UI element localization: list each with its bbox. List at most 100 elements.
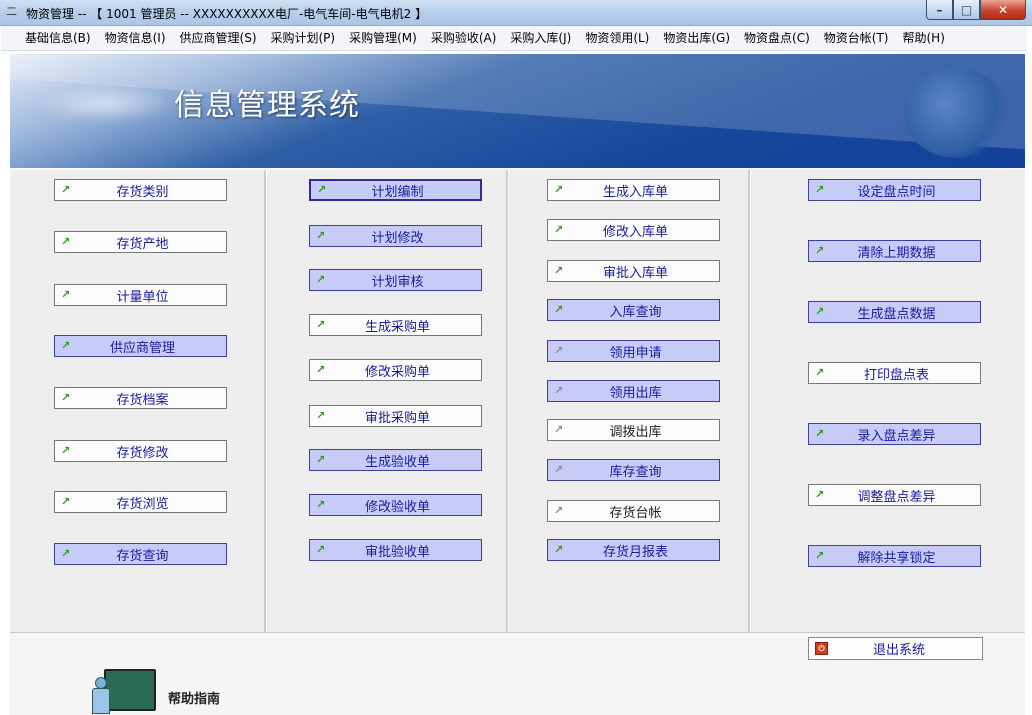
btn-edit-inbound[interactable]: ↗ 修改入库单: [547, 219, 720, 241]
arrow-icon: ↗: [316, 498, 326, 511]
menu-stocktaking[interactable]: 物资盘点(C): [737, 26, 817, 50]
column-divider: [506, 170, 509, 634]
teacher-figure: [90, 677, 110, 715]
btn-approve-acceptance[interactable]: ↗ 审批验收单: [309, 539, 482, 561]
arrow-icon: ↗: [316, 543, 326, 556]
btn-approve-purchase-order[interactable]: ↗ 审批采购单: [309, 405, 482, 427]
btn-inventory-edit[interactable]: ↗ 存货修改: [54, 440, 227, 462]
globe-graphic: [904, 68, 1008, 158]
window-title: 物资管理 -- 【 1001 管理员 -- XXXXXXXXXX电厂-电气车间-…: [26, 7, 428, 21]
btn-inventory-archive[interactable]: ↗ 存货档案: [54, 387, 227, 409]
btn-transfer-outbound[interactable]: ↗ 调拨出库: [547, 419, 720, 441]
arrow-icon: ↗: [815, 488, 825, 501]
function-panel: ↗ 存货类别 ↗ 存货产地 ↗ 计量单位 ↗ 供应商管理 ↗ 存货档案 ↗ 存货修改 ↗ 存货…: [10, 168, 1025, 634]
maximize-button[interactable]: □: [953, 0, 980, 20]
arrow-icon: ↗: [554, 463, 564, 476]
arrow-icon: ↗: [316, 318, 326, 331]
arrow-icon: ↗: [815, 183, 825, 196]
arrow-icon: ↗: [815, 305, 825, 318]
close-button[interactable]: ✕: [980, 0, 1026, 20]
btn-plan-edit[interactable]: ↗ 计划修改: [309, 225, 482, 247]
arrow-icon: ↗: [554, 264, 564, 277]
btn-generate-purchase-order[interactable]: ↗ 生成采购单: [309, 314, 482, 336]
arrow-icon: ↗: [61, 235, 71, 248]
power-icon: ⏻: [815, 642, 828, 655]
arrow-icon: ↗: [815, 549, 825, 562]
btn-inbound-query[interactable]: ↗ 入库查询: [547, 299, 720, 321]
arrow-icon: ↗: [554, 504, 564, 517]
arrow-icon: ↗: [316, 229, 326, 242]
btn-edit-acceptance[interactable]: ↗ 修改验收单: [309, 494, 482, 516]
menu-purchase-plan[interactable]: 采购计划(P): [264, 26, 343, 50]
blackboard-shape: [104, 669, 156, 711]
arrow-icon: ↗: [316, 453, 326, 466]
btn-inventory-category[interactable]: ↗ 存货类别: [54, 179, 227, 201]
btn-inventory-ledger[interactable]: ↗ 存货台帐: [547, 500, 720, 522]
bottom-bar: ⏻ 退出系统 帮助指南: [10, 632, 1025, 715]
arrow-icon: ↗: [815, 366, 825, 379]
btn-set-stocktake-time[interactable]: ↗ 设定盘点时间: [808, 179, 981, 201]
arrow-icon: ↗: [61, 495, 71, 508]
btn-plan-compile[interactable]: ↗ 计划编制: [309, 179, 482, 201]
menu-material-outbound[interactable]: 物资出库(G): [656, 26, 737, 50]
btn-monthly-report[interactable]: ↗ 存货月报表: [547, 539, 720, 561]
btn-supplier-management[interactable]: ↗ 供应商管理: [54, 335, 227, 357]
exit-label: 退出系统: [872, 643, 925, 658]
arrow-icon: ↗: [317, 183, 327, 196]
menu-material-requisition[interactable]: 物资领用(L): [578, 26, 656, 50]
btn-generate-inbound[interactable]: ↗ 生成入库单: [547, 179, 720, 201]
btn-stock-query[interactable]: ↗ 库存查询: [547, 459, 720, 481]
arrow-icon: ↗: [554, 303, 564, 316]
btn-plan-review[interactable]: ↗ 计划审核: [309, 269, 482, 291]
menu-material-info[interactable]: 物资信息(I): [98, 26, 173, 50]
menu-basic-info[interactable]: 基础信息(B): [1, 26, 98, 50]
btn-enter-stocktake-diff[interactable]: ↗ 录入盘点差异: [808, 423, 981, 445]
menu-supplier[interactable]: 供应商管理(S): [173, 26, 264, 50]
app-icon: 二: [6, 5, 17, 18]
btn-adjust-stocktake-diff[interactable]: ↗ 调整盘点差异: [808, 484, 981, 506]
arrow-icon: ↗: [815, 427, 825, 440]
teacher-board-icon[interactable]: [90, 667, 156, 715]
btn-requisition-request[interactable]: ↗ 领用申请: [547, 340, 720, 362]
arrow-icon: ↗: [554, 384, 564, 397]
arrow-icon: ↗: [316, 363, 326, 376]
btn-edit-purchase-order[interactable]: ↗ 修改采购单: [309, 359, 482, 381]
btn-clear-previous-data[interactable]: ↗ 清除上期数据: [808, 240, 981, 262]
column-divider: [748, 170, 751, 634]
menu-help[interactable]: 帮助(H): [896, 26, 952, 50]
menu-purchase-acceptance[interactable]: 采购验收(A): [424, 26, 504, 50]
exit-system-button[interactable]: ⏻ 退出系统: [808, 637, 983, 660]
btn-generate-acceptance[interactable]: ↗ 生成验收单: [309, 449, 482, 471]
btn-approve-inbound[interactable]: ↗ 审批入库单: [547, 260, 720, 282]
btn-release-shared-lock[interactable]: ↗ 解除共享锁定: [808, 545, 981, 567]
arrow-icon: ↗: [316, 409, 326, 422]
header-banner: 信息管理系统: [10, 54, 1025, 168]
minimize-button[interactable]: –: [926, 0, 953, 20]
company-logo: [36, 84, 176, 124]
btn-inventory-query[interactable]: ↗ 存货查询: [54, 543, 227, 565]
btn-print-stocktake-sheet[interactable]: ↗ 打印盘点表: [808, 362, 981, 384]
column-divider: [264, 170, 267, 634]
arrow-icon: ↗: [554, 183, 564, 196]
arrow-icon: ↗: [61, 444, 71, 457]
menu-purchase-manage[interactable]: 采购管理(M): [342, 26, 424, 50]
menu-purchase-inbound[interactable]: 采购入库(J): [503, 26, 578, 50]
arrow-icon: ↗: [554, 344, 564, 357]
arrow-icon: ↗: [61, 288, 71, 301]
help-guide-link[interactable]: 帮助指南: [168, 688, 220, 707]
system-title: 信息管理系统: [174, 88, 360, 123]
btn-requisition-outbound[interactable]: ↗ 领用出库: [547, 380, 720, 402]
arrow-icon: ↗: [554, 543, 564, 556]
arrow-icon: ↗: [554, 423, 564, 436]
btn-inventory-origin[interactable]: ↗ 存货产地: [54, 231, 227, 253]
btn-unit-of-measure[interactable]: ↗ 计量单位: [54, 284, 227, 306]
menu-bar: 基础信息(B) 物资信息(I) 供应商管理(S) 采购计划(P) 采购管理(M)…: [1, 26, 1027, 51]
arrow-icon: ↗: [61, 339, 71, 352]
arrow-icon: ↗: [61, 547, 71, 560]
menu-ledger[interactable]: 物资台帐(T): [817, 26, 896, 50]
btn-generate-stocktake-data[interactable]: ↗ 生成盘点数据: [808, 301, 981, 323]
window-controls: – □ ✕: [926, 0, 1026, 20]
arrow-icon: ↗: [815, 244, 825, 257]
arrow-icon: ↗: [554, 223, 564, 236]
btn-inventory-browse[interactable]: ↗ 存货浏览: [54, 491, 227, 513]
